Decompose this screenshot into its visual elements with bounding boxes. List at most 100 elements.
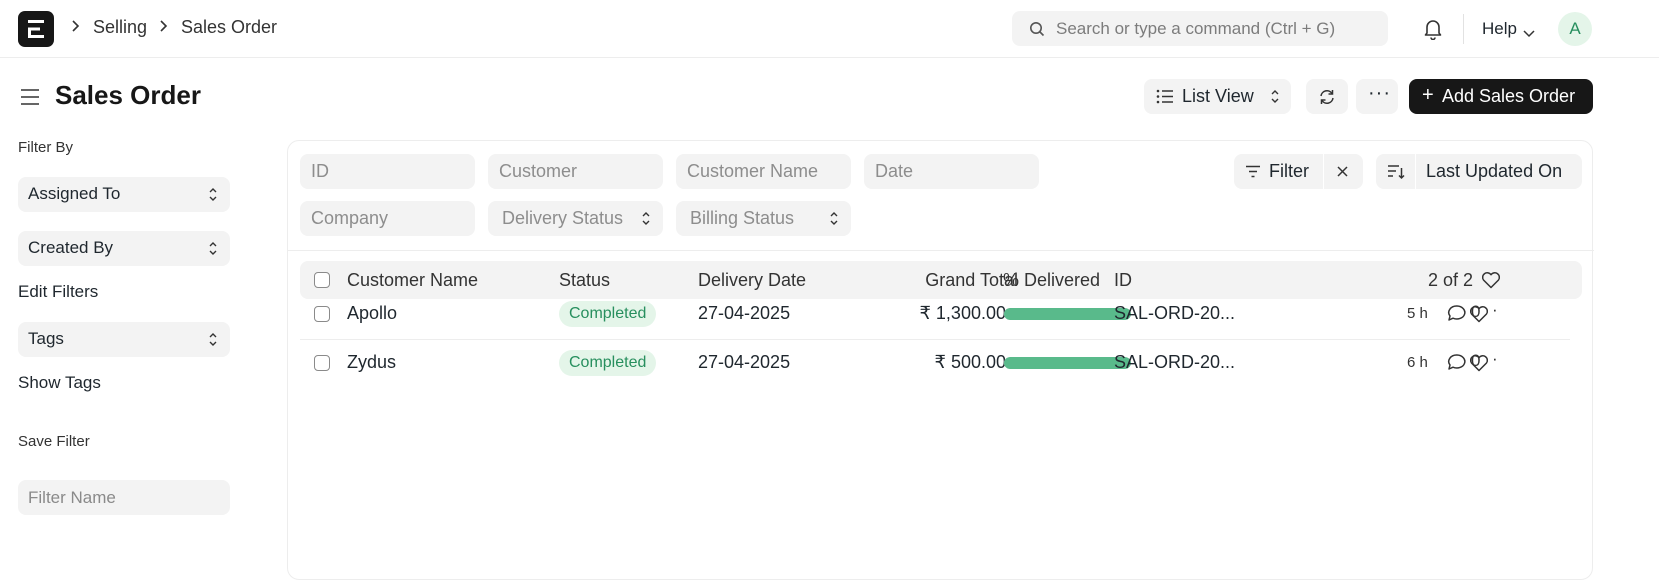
search-input[interactable] (1056, 11, 1376, 46)
navbar: Selling Sales Order Help A (0, 0, 1659, 58)
row-customer-name[interactable]: Zydus (347, 352, 396, 373)
comment-icon[interactable] (1447, 353, 1467, 376)
date-filter-placeholder: Date (875, 161, 914, 181)
sort-divider (1415, 154, 1416, 189)
plus-icon: + (1422, 84, 1434, 106)
search-icon (1030, 22, 1045, 37)
user-avatar[interactable]: A (1558, 12, 1592, 46)
row-id[interactable]: SAL-ORD-20... (1114, 352, 1235, 373)
erpnext-logo-icon (28, 20, 44, 38)
list-row[interactable]: Zydus Completed 27-04-2025 ₹ 500.00 SAL-… (300, 338, 1570, 389)
created-by-label: Created By (28, 238, 114, 257)
column-status: Status (559, 270, 611, 290)
record-count: 2 of 2 (1428, 270, 1474, 290)
filter-divider (1323, 154, 1324, 189)
app-logo[interactable] (18, 11, 54, 47)
add-sales-order-button[interactable]: + Add Sales Order (1409, 79, 1593, 114)
up-down-chevron-icon (208, 241, 218, 261)
id-filter-placeholder: ID (311, 161, 329, 181)
list-icon (1156, 89, 1174, 109)
up-down-chevron-icon (208, 332, 218, 352)
filter-name-input[interactable] (18, 480, 230, 515)
billing-status-filter-placeholder: Billing Status (690, 208, 795, 228)
help-menu[interactable]: Help (1482, 19, 1517, 39)
delivery-status-filter-placeholder: Delivery Status (502, 208, 624, 228)
sort-selector[interactable]: Last Updated On (1376, 154, 1582, 189)
clear-filters-icon[interactable] (1336, 165, 1349, 183)
column-delivery-date: Delivery Date (698, 270, 807, 290)
breadcrumb-selling[interactable]: Selling (93, 17, 147, 38)
delivered-progress-bar (1004, 308, 1131, 320)
refresh-icon (1320, 90, 1334, 104)
filter-button-label: Filter (1269, 161, 1309, 181)
edit-filters-link[interactable]: Edit Filters (18, 282, 98, 302)
ellipsis-icon: ··· (1368, 82, 1391, 104)
customer-filter-input[interactable]: Customer (488, 154, 663, 189)
search-bar[interactable] (1012, 11, 1388, 46)
row-grand-total: ₹ 500.00 (934, 352, 1006, 372)
column-customer-name: Customer Name (347, 270, 479, 290)
notification-bell-icon[interactable] (1423, 18, 1443, 45)
delivered-progress-fill (1004, 308, 1131, 320)
heart-icon[interactable] (1469, 305, 1489, 328)
filter-button[interactable]: Filter (1234, 154, 1363, 189)
list-panel: ID Customer Customer Name Date Company D… (287, 140, 1594, 580)
row-checkbox[interactable] (314, 355, 330, 371)
more-actions-button[interactable]: ··· (1356, 79, 1398, 114)
sidebar-toggle-icon[interactable] (20, 88, 40, 111)
page-title: Sales Order (55, 80, 201, 110)
id-filter-input[interactable]: ID (300, 154, 475, 189)
refresh-button[interactable] (1306, 79, 1348, 114)
status-badge[interactable]: Completed (559, 301, 657, 327)
comment-icon[interactable] (1447, 304, 1467, 327)
chevron-right-icon (70, 19, 80, 36)
company-filter-input[interactable]: Company (300, 201, 475, 236)
navbar-divider (1463, 14, 1464, 44)
add-sales-order-label: Add Sales Order (1442, 86, 1576, 106)
filter-icon (1245, 165, 1261, 183)
tags-label: Tags (28, 329, 64, 348)
delivery-status-filter-select[interactable]: Delivery Status (488, 201, 663, 236)
column-id: ID (1114, 270, 1132, 290)
billing-status-filter-select[interactable]: Billing Status (676, 201, 851, 236)
select-all-checkbox[interactable] (314, 272, 330, 288)
delivered-progress-bar (1004, 357, 1131, 369)
heart-icon[interactable] (1469, 354, 1489, 377)
up-down-chevron-icon (1270, 89, 1280, 109)
sort-by-label[interactable]: Last Updated On (1426, 161, 1562, 182)
created-by-select[interactable]: Created By (18, 231, 230, 266)
view-switcher-label: List View (1182, 86, 1254, 106)
delivered-progress-fill (1004, 357, 1131, 369)
standard-filters: ID Customer Customer Name Date Company D… (288, 141, 1594, 251)
column-percent-delivered: % Delivered (1003, 270, 1101, 290)
chevron-right-icon (158, 19, 168, 36)
status-badge[interactable]: Completed (559, 350, 657, 376)
up-down-chevron-icon (829, 211, 839, 231)
tags-select[interactable]: Tags (18, 322, 230, 357)
row-customer-name[interactable]: Apollo (347, 303, 397, 324)
date-filter-input[interactable]: Date (864, 154, 1039, 189)
filter-by-label: Filter By (18, 139, 74, 156)
assigned-to-select[interactable]: Assigned To (18, 177, 230, 212)
view-switcher[interactable]: List View (1144, 79, 1291, 114)
breadcrumb-sales-order[interactable]: Sales Order (181, 17, 277, 38)
row-checkbox[interactable] (314, 306, 330, 322)
separator-dot: · (1492, 300, 1498, 319)
company-filter-placeholder: Company (311, 208, 389, 228)
list-row[interactable]: Apollo Completed 27-04-2025 ₹ 1,300.00 S… (300, 289, 1570, 340)
assigned-to-label: Assigned To (28, 184, 121, 203)
chevron-down-icon[interactable] (1523, 25, 1535, 43)
sort-direction-icon[interactable] (1387, 164, 1405, 185)
show-tags-link[interactable]: Show Tags (18, 373, 101, 393)
customer-name-filter-placeholder: Customer Name (687, 161, 819, 181)
row-delivery-date: 27-04-2025 (698, 303, 791, 323)
customer-name-filter-input[interactable]: Customer Name (676, 154, 851, 189)
row-delivery-date: 27-04-2025 (698, 352, 791, 372)
row-grand-total: ₹ 1,300.00 (919, 303, 1006, 323)
up-down-chevron-icon (641, 211, 651, 231)
up-down-chevron-icon (208, 187, 218, 207)
row-id[interactable]: SAL-ORD-20... (1114, 303, 1235, 324)
separator-dot: · (1492, 349, 1498, 368)
customer-filter-placeholder: Customer (499, 161, 578, 181)
row-modified-time: 6 h (1407, 354, 1428, 371)
